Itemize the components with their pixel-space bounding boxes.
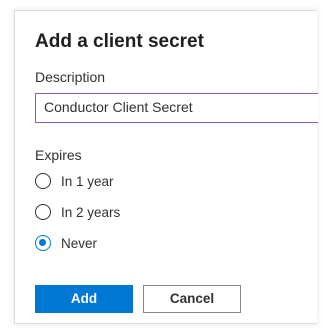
radio-checked-icon[interactable] <box>35 235 51 251</box>
expires-option-label: Never <box>61 235 98 251</box>
expires-option-label: In 1 year <box>61 173 114 189</box>
expires-option-1-year[interactable]: In 1 year <box>35 173 114 189</box>
description-input[interactable]: Conductor Client Secret <box>35 93 318 123</box>
expires-option-never[interactable]: Never <box>35 235 97 251</box>
add-button[interactable]: Add <box>35 285 133 313</box>
description-label: Description <box>35 69 106 85</box>
cancel-button[interactable]: Cancel <box>143 285 241 313</box>
radio-unchecked-icon[interactable] <box>35 173 51 189</box>
expires-option-label: In 2 years <box>61 204 121 220</box>
dialog-title: Add a client secret <box>35 31 204 52</box>
expires-label: Expires <box>35 147 82 163</box>
expires-option-2-years[interactable]: In 2 years <box>35 204 120 220</box>
radio-unchecked-icon[interactable] <box>35 204 51 220</box>
add-client-secret-dialog: Add a client secret Description Conducto… <box>14 10 318 324</box>
